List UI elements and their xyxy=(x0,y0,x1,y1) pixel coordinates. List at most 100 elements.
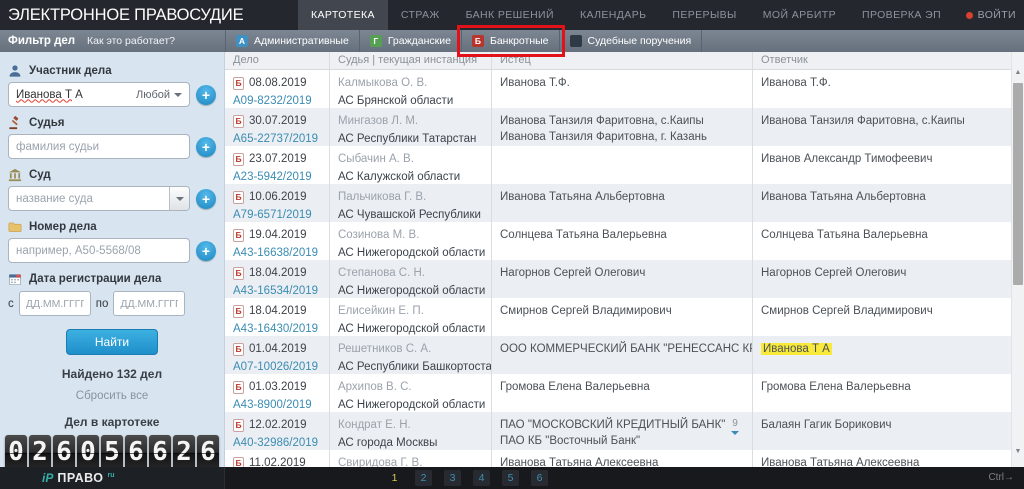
add-judge-button[interactable]: + xyxy=(196,137,216,157)
case-type-tab-label: Банкротные xyxy=(490,35,549,47)
plaintiff-cell: Иванова Татьяна Алексеевна xyxy=(492,450,753,467)
top-nav-item[interactable]: СТРАЖ xyxy=(388,0,453,30)
plaintiff-name: Иванова Т.Ф. xyxy=(500,76,744,90)
add-case-number-button[interactable]: + xyxy=(196,241,216,261)
participant-role-dropdown[interactable]: Любой xyxy=(136,89,182,101)
defendant-name: Солнцева Татьяна Валерьевна xyxy=(761,228,1002,242)
plaintiff-cell: Иванова Татьяна Альбертовна xyxy=(492,184,753,222)
page-button[interactable]: 3 xyxy=(444,470,461,486)
case-number-link[interactable]: А43-16534/2019 xyxy=(233,284,318,298)
page-button[interactable]: 5 xyxy=(502,470,519,486)
judge-label: Судья xyxy=(29,117,65,129)
judge-cell: Свиридова Г. В.АС Новосибирской области xyxy=(330,450,492,467)
case-cell: Б12.02.2019 А40-32986/2019 xyxy=(225,412,330,450)
counter-digit: 0 xyxy=(77,435,99,467)
case-number-link[interactable]: А40-32986/2019 xyxy=(233,436,318,450)
case-cell: Б01.04.2019А07-10026/2019 xyxy=(225,336,330,374)
page-button[interactable]: 2 xyxy=(415,470,432,486)
vertical-scrollbar[interactable]: ▲ ▼ xyxy=(1011,52,1024,467)
scroll-up-arrow-icon[interactable]: ▲ xyxy=(1012,66,1024,80)
court-label: Суд xyxy=(29,169,51,181)
judge-input[interactable] xyxy=(8,134,190,159)
case-number-link[interactable]: А65-22737/2019 xyxy=(233,132,318,146)
case-date: Б12.02.2019 xyxy=(233,418,321,432)
date-to-input[interactable] xyxy=(113,291,185,316)
scroll-down-arrow-icon[interactable]: ▼ xyxy=(1012,445,1024,459)
top-nav-item[interactable]: БАНК РЕШЕНИЙ xyxy=(453,0,567,30)
plaintiff-cell: Смирнов Сергей Владимирович xyxy=(492,298,753,336)
case-number-link[interactable]: А23-5942/2019 xyxy=(233,170,312,184)
participant-label: Участник дела xyxy=(29,65,112,77)
table-row: Б01.03.2019А43-8900/2019Архипов В. С.АС … xyxy=(225,374,1011,412)
judge-cell: Калмыкова О. В.АС Брянской области xyxy=(330,70,492,108)
counter-digit: 6 xyxy=(149,435,171,467)
case-date: Б18.04.2019 xyxy=(233,304,321,318)
table-row: Б18.04.2019 А43-16430/2019 Елисейкин Е. П.… xyxy=(225,298,1011,336)
top-nav-item[interactable]: ПРОВЕРКА ЭП xyxy=(849,0,954,30)
column-header: Судья | текущая инстанция xyxy=(330,52,492,69)
defendant-name: Громова Елена Валерьевна xyxy=(761,380,1002,394)
add-court-button[interactable]: + xyxy=(196,189,216,209)
top-nav-item[interactable]: МОЙ АРБИТР xyxy=(750,0,849,30)
page-button[interactable]: 4 xyxy=(473,470,490,486)
column-header: Дело xyxy=(225,52,330,69)
court-dropdown-button[interactable] xyxy=(169,187,189,210)
judge-cell: Сыбачин А. В.АС Калужской области xyxy=(330,146,492,184)
participant-group: Участник дела Иванова Т А Любой + xyxy=(0,62,224,107)
court-select[interactable]: название суда xyxy=(8,186,190,211)
scrollbar-thumb[interactable] xyxy=(1013,83,1023,285)
counter-digit: 6 xyxy=(197,435,219,467)
case-type-tab[interactable]: Б Банкротные xyxy=(462,30,560,52)
case-type-tab[interactable]: ГГражданские xyxy=(360,30,462,52)
court-label-row: Суд xyxy=(0,166,224,184)
court-name: АС Нижегородской области xyxy=(338,284,483,298)
pravo-logo[interactable]: iP ПРАВО ru xyxy=(42,471,115,485)
plaintiff-name: Иванова Татьяна Алексеевна xyxy=(500,456,744,467)
top-nav-item[interactable]: КАРТОТЕКА xyxy=(298,0,388,30)
top-nav-item[interactable]: КАЛЕНДАРЬ xyxy=(567,0,659,30)
reset-all-link[interactable]: Сбросить все xyxy=(0,390,224,402)
court-name: АС Калужской области xyxy=(338,170,483,184)
top-nav-item[interactable]: ПЕРЕРЫВЫ xyxy=(659,0,749,30)
defendant-name: Иванова Танзиля Фаритовна, с.Каипы xyxy=(761,114,1002,128)
case-type-tab-label: Административные xyxy=(254,35,349,47)
case-number-link[interactable]: А07-10026/2019 xyxy=(233,360,318,374)
case-number-link[interactable]: А43-16430/2019 xyxy=(233,322,318,336)
participant-input[interactable]: Иванова Т А Любой xyxy=(8,82,190,107)
judge-cell: Кондрат Е. Н.АС города Москвы xyxy=(330,412,492,450)
app-logo: ЭЛЕКТРОННОЕ ПРАВОСУДИЕ xyxy=(8,0,243,30)
counter-digit: 6 xyxy=(53,435,75,467)
case-cell: Б30.07.2019А65-22737/2019 xyxy=(225,108,330,146)
how-it-works-link[interactable]: Как это работает? xyxy=(87,35,175,47)
plaintiff-cell: ООО КОММЕРЧЕСКИЙ БАНК "РЕНЕССАНС КРЕДИТ" xyxy=(492,336,753,374)
bankruptcy-case-icon: Б xyxy=(233,381,244,394)
add-participant-button[interactable]: + xyxy=(196,85,216,105)
judge-name: Пальчикова Г. В. xyxy=(338,190,483,204)
case-type-tab[interactable]: Судебные поручения xyxy=(560,30,703,52)
page-button[interactable]: 1 xyxy=(386,470,403,486)
case-type-tab[interactable]: ААдминистративные xyxy=(226,30,360,52)
date-from-input[interactable] xyxy=(19,291,91,316)
case-number-link[interactable]: А43-8900/2019 xyxy=(233,398,312,412)
bankruptcy-case-icon: Б xyxy=(233,191,244,204)
badge-count: 9 xyxy=(731,419,739,429)
column-header: Истец xyxy=(492,52,753,69)
app-window: ЭЛЕКТРОННОЕ ПРАВОСУДИЕ КАРТОТЕКАСТРАЖБАН… xyxy=(0,0,1024,489)
judge-name: Елисейкин Е. П. xyxy=(338,304,483,318)
bankruptcy-case-icon: Б xyxy=(233,343,244,356)
case-number-link[interactable]: А09-8232/2019 xyxy=(233,94,312,108)
chevron-down-icon xyxy=(176,197,184,201)
search-button[interactable]: Найти xyxy=(66,329,158,355)
case-number-link[interactable]: А43-16638/2019 xyxy=(233,246,318,260)
case-number-input[interactable] xyxy=(8,238,190,263)
plaintiff-name: Громова Елена Валерьевна xyxy=(500,380,744,394)
bankruptcy-case-icon: Б xyxy=(233,153,244,166)
pravo-logo-sup: ru xyxy=(108,472,115,479)
case-number-link[interactable]: А79-6571/2019 xyxy=(233,208,312,222)
pravo-logo-text: ПРАВО xyxy=(57,471,103,485)
case-type-tabs: ААдминистративныеГГражданские Б Банкротные… xyxy=(225,30,702,52)
case-type-icon: Б xyxy=(472,35,484,47)
more-participants-badge[interactable]: 9 xyxy=(731,419,739,435)
login-button[interactable]: ВОЙТИ xyxy=(966,0,1016,30)
page-button[interactable]: 6 xyxy=(531,470,548,486)
